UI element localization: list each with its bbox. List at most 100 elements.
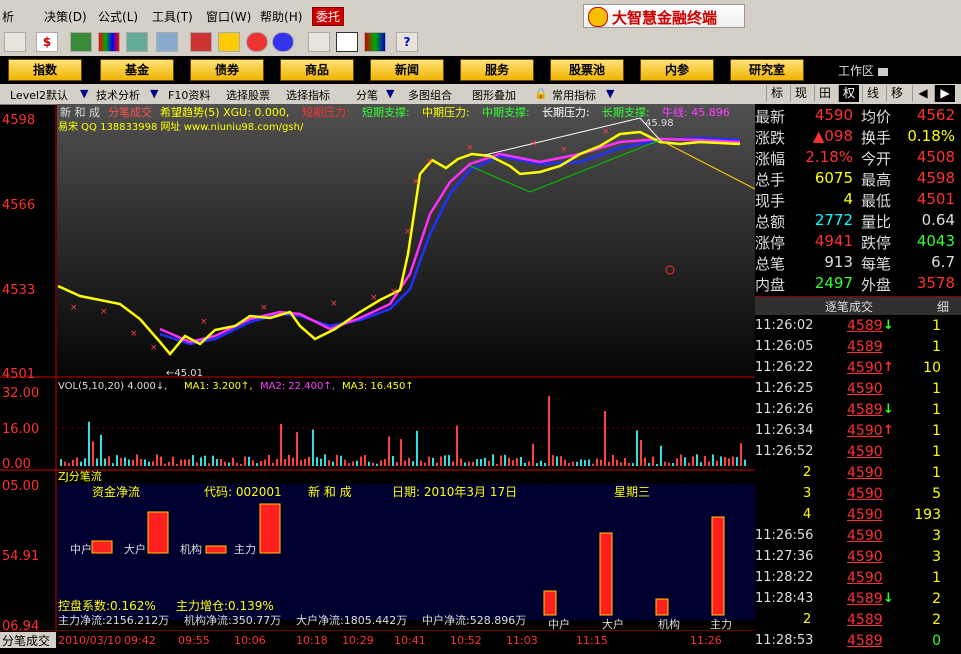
tech-analysis-menu[interactable]: 技术分析 bbox=[96, 87, 140, 103]
menu-formula[interactable]: 公式(L) bbox=[98, 8, 138, 25]
volume-bar bbox=[572, 461, 574, 466]
volume-bar bbox=[124, 457, 126, 466]
common-indicator-menu[interactable]: 常用指标 bbox=[552, 87, 596, 103]
tab-mark[interactable]: 标 bbox=[766, 85, 787, 102]
volume-bar bbox=[520, 456, 522, 466]
window-icon[interactable] bbox=[336, 32, 358, 52]
tick-time: 2 bbox=[803, 612, 812, 627]
dropdown-arrow-icon[interactable]: ▼ bbox=[80, 87, 88, 100]
f10-menu[interactable]: F10资料 bbox=[168, 87, 210, 103]
nav-fund-button[interactable]: 基金 bbox=[100, 59, 174, 81]
vol-tick: 0.00 bbox=[2, 457, 31, 472]
workspace-button[interactable]: 工作区 bbox=[838, 62, 888, 79]
tab-weight[interactable]: 权 bbox=[838, 85, 859, 102]
quote-board-icon[interactable] bbox=[70, 32, 92, 52]
nav-insider-button[interactable]: 内参 bbox=[640, 59, 714, 81]
dropdown-arrow-icon[interactable]: ▼ bbox=[386, 87, 394, 100]
ticks-title[interactable]: 逐笔成交 bbox=[825, 298, 873, 315]
brand-logo-icon bbox=[588, 7, 608, 27]
volume-bar bbox=[600, 459, 602, 466]
nav-stockpool-button[interactable]: 股票池 bbox=[550, 59, 624, 81]
lock-icon[interactable]: 🔒 bbox=[534, 87, 548, 100]
quote-row: 涨停 4941 跌停 4043 bbox=[755, 232, 961, 253]
news-blue-icon[interactable] bbox=[272, 32, 294, 52]
tab-line[interactable]: 线 bbox=[862, 85, 883, 102]
level2-default-menu[interactable]: Level2默认 bbox=[10, 87, 68, 103]
news-red-icon[interactable] bbox=[246, 32, 268, 52]
svg-text:×: × bbox=[404, 227, 412, 237]
volume-bar bbox=[504, 454, 506, 466]
dropdown-arrow-icon[interactable]: ▼ bbox=[606, 87, 614, 100]
ruler-icon[interactable] bbox=[4, 32, 26, 52]
flow-net-main: 主力净流:2156.212万 bbox=[58, 613, 169, 627]
nav-service-button[interactable]: 服务 bbox=[460, 59, 534, 81]
select-indicator-menu[interactable]: 选择指标 bbox=[286, 87, 330, 103]
help-cursor-icon[interactable]: ? bbox=[396, 32, 418, 52]
tab-move[interactable]: 移 bbox=[886, 85, 907, 102]
stock-name: 新 和 成 bbox=[60, 105, 100, 119]
dollar-icon[interactable]: $ bbox=[36, 32, 58, 52]
multi-chart-menu[interactable]: 多图组合 bbox=[408, 87, 452, 103]
volume-bar bbox=[700, 462, 702, 466]
nav-news-button[interactable]: 新闻 bbox=[370, 59, 444, 81]
tick-arrow-icon: ↓ bbox=[883, 591, 894, 606]
volume-bar bbox=[568, 462, 570, 466]
flow-bar-large bbox=[147, 511, 169, 554]
flow-bottom-label: 中户 bbox=[548, 617, 570, 631]
nav-research-button[interactable]: 研究室 bbox=[730, 59, 804, 81]
volume-bar bbox=[224, 461, 226, 466]
bars-icon[interactable] bbox=[98, 32, 120, 52]
prev-arrow-icon[interactable]: ◀ bbox=[912, 85, 933, 102]
tab-grid[interactable]: 田 bbox=[814, 85, 835, 102]
tick-price: 4589 bbox=[847, 402, 883, 418]
vol-ma1: MA1: 3.200↑, bbox=[184, 381, 253, 392]
ticks-detail-tab[interactable]: 细 bbox=[937, 298, 949, 315]
menu-decision[interactable]: 决策(D) bbox=[44, 8, 87, 25]
volume-bar bbox=[588, 459, 590, 466]
nav-bar: 指数 基金 债券 商品 新闻 服务 股票池 内参 研究室 工作区 bbox=[0, 56, 961, 84]
books-icon[interactable] bbox=[364, 32, 386, 52]
menu-analysis[interactable]: 析 bbox=[2, 8, 14, 25]
tick-price: 4590 bbox=[847, 444, 883, 460]
nav-index-button[interactable]: 指数 bbox=[8, 59, 82, 81]
volume-bar bbox=[580, 459, 582, 466]
dropdown-arrow-icon[interactable]: ▼ bbox=[150, 87, 158, 100]
tab-current[interactable]: 现 bbox=[790, 85, 811, 102]
volume-bar bbox=[108, 456, 110, 466]
menu-help[interactable]: 帮助(H) bbox=[260, 8, 302, 25]
volume-bar bbox=[280, 423, 282, 466]
time-tick: 11:15 bbox=[576, 634, 608, 647]
menu-tools[interactable]: 工具(T) bbox=[152, 8, 193, 25]
tick-row: 3 4590 5 bbox=[755, 486, 961, 507]
diamond-icon[interactable] bbox=[218, 32, 240, 52]
folder-icon[interactable] bbox=[308, 32, 330, 52]
tick-time: 11:28:53 bbox=[755, 633, 814, 648]
overlay-menu[interactable]: 图形叠加 bbox=[472, 87, 516, 103]
tick-time: 4 bbox=[803, 507, 812, 522]
tick-row: 11:26:52 4590 1 bbox=[755, 444, 961, 465]
volume-bar bbox=[96, 458, 98, 466]
time-tick: 09:55 bbox=[178, 634, 210, 647]
list-icon[interactable] bbox=[156, 32, 178, 52]
time-tick: 10:29 bbox=[342, 634, 374, 647]
tick-menu[interactable]: 分笔 bbox=[356, 87, 378, 103]
bottom-tab-label[interactable]: 分笔成交 bbox=[2, 633, 50, 648]
volume-bar bbox=[136, 454, 138, 466]
tick-arrow-icon: ↑ bbox=[883, 423, 894, 438]
chart-area[interactable]: 新 和 成 分笔成交 希望趋势(5) XGU: 0.000, 短期压力: 短期支… bbox=[0, 104, 755, 648]
quote-row: 总笔 913 每笔 6.7 bbox=[755, 253, 961, 274]
menu-window[interactable]: 窗口(W) bbox=[206, 8, 251, 25]
next-arrow-icon[interactable]: ▶ bbox=[934, 85, 955, 102]
time-tick: 11:03 bbox=[506, 634, 538, 647]
binoculars-icon[interactable] bbox=[126, 32, 148, 52]
volume-bar bbox=[292, 457, 294, 466]
volume-bar bbox=[312, 429, 314, 466]
volume-bar bbox=[88, 421, 90, 466]
flag-icon[interactable] bbox=[190, 32, 212, 52]
menu-trade[interactable]: 委托 bbox=[312, 7, 345, 26]
volume-bar bbox=[164, 463, 166, 466]
nav-commodity-button[interactable]: 商品 bbox=[280, 59, 354, 81]
volume-bar bbox=[688, 462, 690, 466]
select-stock-menu[interactable]: 选择股票 bbox=[226, 87, 270, 103]
nav-bond-button[interactable]: 债券 bbox=[190, 59, 264, 81]
